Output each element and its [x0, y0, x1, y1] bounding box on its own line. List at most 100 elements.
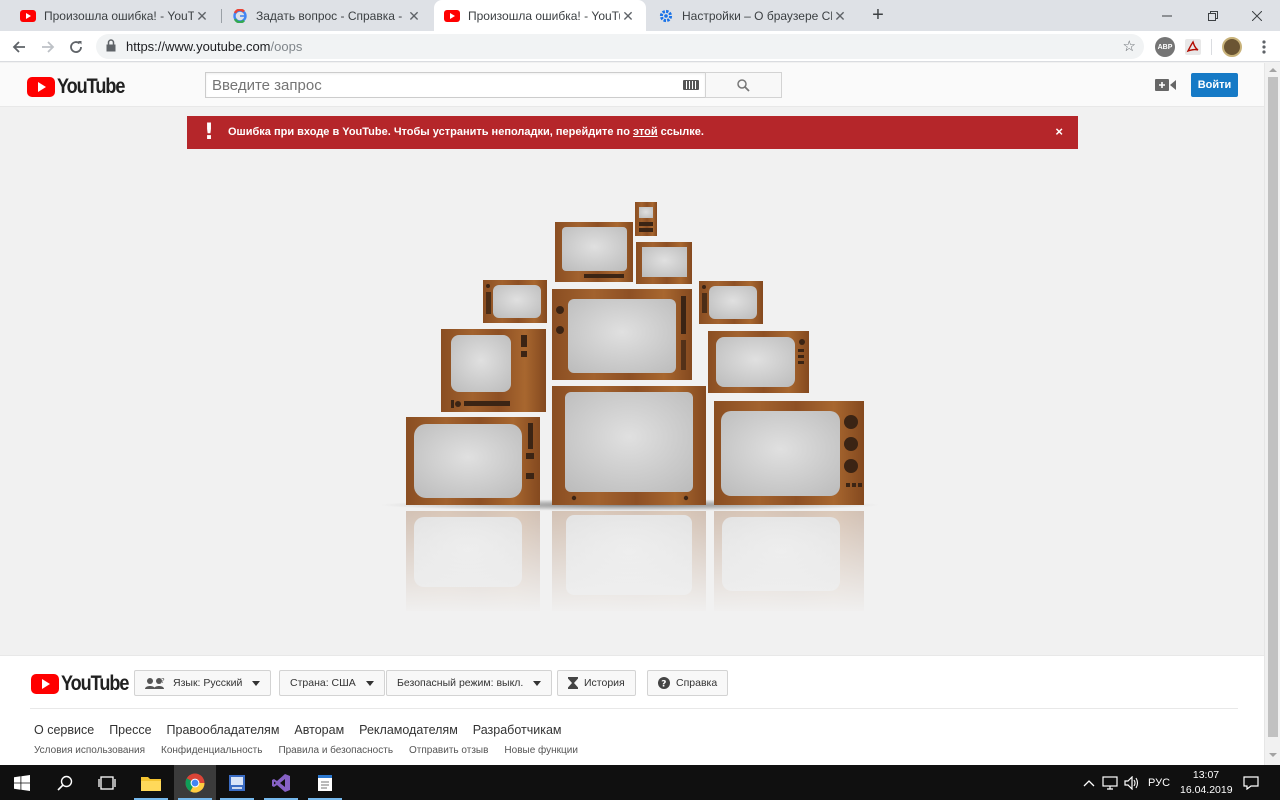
url-text: https://www.youtube.com/oops [126, 39, 302, 54]
alert-text-before: Ошибка при входе в YouTube. Чтобы устран… [228, 126, 633, 138]
search-icon [737, 78, 750, 92]
browser-tab-1[interactable]: Произошла ошибка! - YouTube ✕ [10, 0, 220, 31]
footer-link-policy[interactable]: Правила и безопасность [278, 745, 393, 756]
country-button[interactable]: Страна: США [279, 670, 385, 696]
youtube-play-icon [31, 674, 59, 694]
youtube-logo[interactable]: YouTube [27, 75, 135, 99]
search-box [205, 72, 706, 98]
youtube-logo-text: YouTube [57, 75, 125, 98]
address-bar[interactable]: https://www.youtube.com/oops ☆ [96, 34, 1144, 59]
footer-link-creators[interactable]: Авторам [294, 723, 344, 737]
tv-bottom-center [552, 386, 706, 505]
history-button[interactable]: История [557, 670, 636, 696]
chrome-icon[interactable] [174, 765, 216, 800]
footer-divider [30, 708, 1238, 709]
close-tab-icon[interactable]: ✕ [406, 8, 422, 24]
notifications-icon[interactable] [1243, 765, 1259, 800]
input-language-indicator[interactable]: РУС [1148, 765, 1170, 800]
sign-in-button[interactable]: Войти [1191, 73, 1238, 97]
youtube-header: YouTube Войти [0, 63, 1264, 107]
close-alert-icon[interactable]: × [1055, 124, 1063, 139]
scroll-down-arrow-icon[interactable] [1269, 753, 1277, 757]
show-hidden-icons[interactable] [1083, 765, 1095, 800]
tab-title: Задать вопрос - Справка - YouTube [256, 8, 406, 23]
adblock-icon[interactable]: ABP [1155, 37, 1175, 57]
visual-studio-icon[interactable] [260, 765, 302, 800]
back-arrow-icon[interactable] [7, 35, 31, 59]
page-scrollbar[interactable] [1264, 63, 1280, 765]
browser-tab-4[interactable]: Настройки – О браузере Chrome ✕ [648, 0, 858, 31]
help-button[interactable]: ? Справка [647, 670, 729, 696]
start-icon[interactable] [0, 765, 44, 800]
footer-link-developers[interactable]: Разработчикам [473, 723, 562, 737]
language-button[interactable]: ? Язык: Русский [134, 670, 272, 696]
reload-icon[interactable] [64, 35, 88, 59]
footer-link-privacy[interactable]: Конфиденциальность [161, 745, 262, 756]
bookmark-star-icon[interactable]: ☆ [1123, 37, 1136, 55]
browser-tab-3-active[interactable]: Произошла ошибка! - YouTube ✕ [434, 0, 646, 31]
task-view-icon[interactable] [86, 765, 128, 800]
safety-mode-button[interactable]: Безопасный режим: выкл. [386, 670, 553, 696]
tv-middle-center [552, 289, 692, 380]
youtube-play-icon [27, 77, 55, 97]
taskbar-clock[interactable]: 13:07 16.04.2019 [1180, 768, 1233, 798]
footer-youtube-logo[interactable]: YouTube [31, 672, 139, 696]
volume-icon[interactable] [1124, 765, 1140, 800]
profile-avatar-icon[interactable] [1222, 37, 1242, 57]
keyboard-icon[interactable] [683, 80, 699, 90]
browser-tab-2[interactable]: Задать вопрос - Справка - YouTube ✕ [222, 0, 432, 31]
app-icon[interactable] [216, 765, 258, 800]
tv-top-tiny [635, 202, 657, 236]
footer-link-feedback[interactable]: Отправить отзыв [409, 745, 488, 756]
tab-title: Произошла ошибка! - YouTube [44, 8, 194, 23]
footer-link-copyright[interactable]: Правообладателям [167, 723, 280, 737]
network-icon[interactable] [1102, 765, 1118, 800]
close-tab-icon[interactable]: ✕ [194, 8, 210, 24]
toolbar-divider [1211, 39, 1212, 55]
close-tab-icon[interactable]: ✕ [620, 8, 636, 24]
search-input[interactable] [212, 76, 672, 94]
tv-bottom-right [714, 401, 864, 505]
close-window-icon[interactable] [1234, 0, 1280, 31]
footer-link-new-features[interactable]: Новые функции [504, 745, 578, 756]
tv-upper-left [483, 280, 547, 323]
browser-tab-strip: Произошла ошибка! - YouTube ✕ Задать воп… [0, 0, 1280, 31]
search-button[interactable] [705, 72, 782, 98]
youtube-icon [20, 8, 36, 24]
restore-window-icon[interactable] [1190, 0, 1236, 31]
footer-link-terms[interactable]: Условия использования [34, 745, 145, 756]
tab-title: Произошла ошибка! - YouTube [468, 8, 620, 23]
hourglass-icon [568, 677, 578, 689]
new-tab-button[interactable]: + [866, 4, 890, 28]
help-label: Справка [676, 677, 718, 689]
alert-message: Ошибка при входе в YouTube. Чтобы устран… [228, 126, 704, 138]
footer-link-about[interactable]: О сервисе [34, 723, 94, 737]
tv-top-left [555, 222, 633, 282]
footer-link-advertise[interactable]: Рекламодателям [359, 723, 458, 737]
history-label: История [584, 677, 625, 689]
footer-primary-links: О сервисе Прессе Правообладателям Автора… [34, 723, 562, 737]
acrobat-icon[interactable] [1183, 37, 1203, 57]
footer-secondary-links: Условия использования Конфиденциальность… [34, 745, 578, 756]
footer-logo-text: YouTube [61, 672, 129, 695]
chrome-menu-icon[interactable] [1252, 35, 1276, 59]
browser-toolbar: https://www.youtube.com/oops ☆ ABP [0, 31, 1280, 62]
alert-help-link[interactable]: этой [633, 126, 658, 138]
scrollbar-thumb[interactable] [1268, 77, 1278, 737]
upload-video-icon[interactable] [1155, 78, 1177, 94]
forward-arrow-icon[interactable] [36, 35, 60, 59]
tv-middle-right [708, 331, 809, 393]
footer-link-press[interactable]: Прессе [109, 723, 151, 737]
file-explorer-icon[interactable] [130, 765, 172, 800]
minimize-window-icon[interactable] [1144, 0, 1190, 31]
youtube-icon [444, 8, 460, 24]
notepad-icon[interactable] [304, 765, 346, 800]
tv-top-small [636, 242, 692, 284]
chevron-down-icon [365, 680, 374, 686]
close-tab-icon[interactable]: ✕ [832, 8, 848, 24]
alert-text-after: ссылке. [657, 126, 704, 138]
language-speaker-icon: ? [145, 677, 167, 689]
scroll-up-arrow-icon[interactable] [1269, 68, 1277, 72]
language-label: Язык: Русский [173, 677, 243, 689]
search-icon[interactable] [44, 765, 86, 800]
